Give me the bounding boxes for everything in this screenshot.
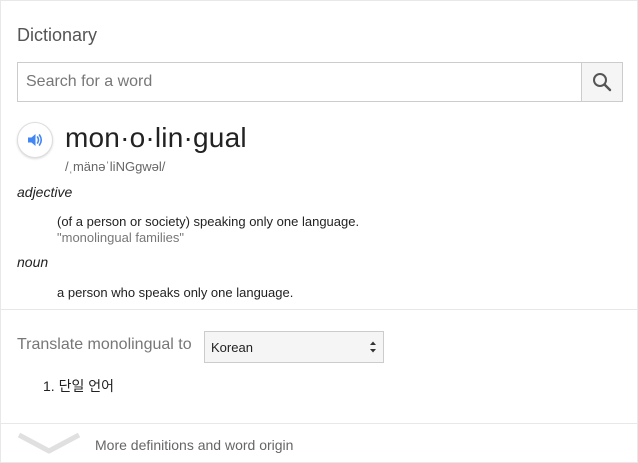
divider	[1, 309, 638, 310]
translate-label: Translate monolingual to	[17, 336, 192, 353]
search-icon	[593, 73, 612, 92]
chevron-down-icon	[17, 432, 81, 454]
part-of-speech-noun: noun	[17, 254, 49, 270]
divider	[1, 423, 638, 424]
search-button[interactable]	[581, 63, 622, 101]
example-adjective: "monolingual families"	[57, 230, 185, 245]
language-select-value: Korean	[211, 339, 253, 355]
definition-noun: a person who speaks only one language.	[57, 285, 294, 300]
definition-adjective: (of a person or society) speaking only o…	[57, 214, 360, 229]
more-definitions-link[interactable]: More definitions and word origin	[95, 437, 293, 453]
phonetic: /ˌmänəˈliNGɡwəl/	[65, 159, 166, 174]
dictionary-card: Dictionary mon·o·lin·gual /ˌmänəˈliNGɡwə…	[0, 0, 638, 463]
part-of-speech-adjective: adjective	[17, 184, 73, 200]
more-definitions-toggle[interactable]	[17, 431, 81, 455]
pronunciation-button[interactable]	[17, 122, 53, 158]
speaker-icon	[28, 134, 43, 146]
search-input[interactable]	[18, 63, 581, 101]
search-box	[17, 62, 623, 102]
card-title: Dictionary	[17, 25, 98, 45]
headword: mon·o·lin·gual	[65, 122, 247, 153]
select-arrows-icon	[369, 340, 377, 354]
translation-result: 1. 단일 언어	[43, 378, 114, 394]
language-select[interactable]: Korean	[204, 331, 384, 363]
